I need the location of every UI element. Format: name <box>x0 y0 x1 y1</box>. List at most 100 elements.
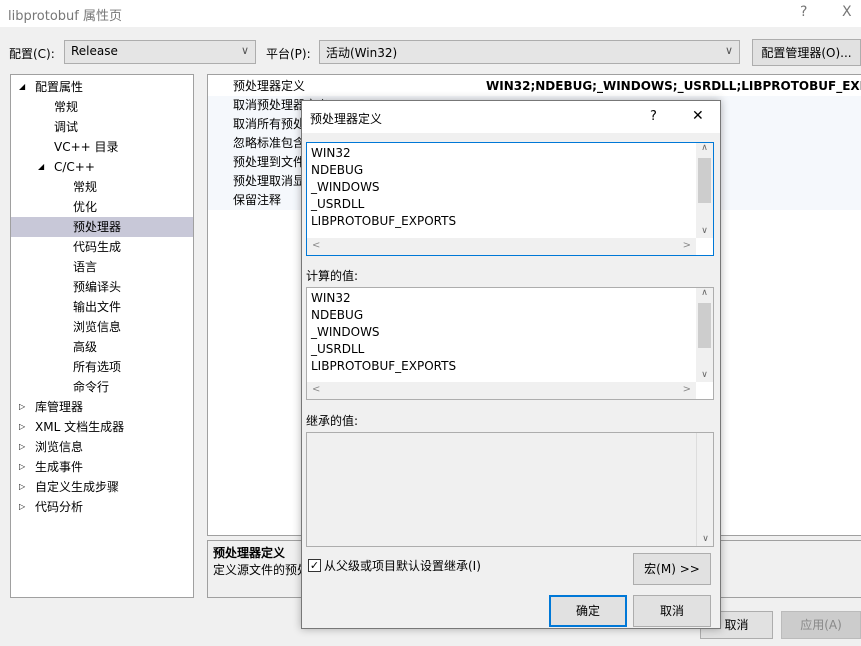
inherited-label: 继承的值: <box>306 414 359 428</box>
definitions-textarea[interactable]: WIN32 NDEBUG _WINDOWS _USRDLL LIBPROTOBUF_EX… <box>306 142 714 256</box>
tree-item-label: 配置属性 <box>35 80 84 94</box>
value-line: _WINDOWS <box>311 180 380 194</box>
expand-arrow-icon[interactable]: ▷ <box>19 477 25 497</box>
tree-item-label: 预编译头 <box>73 280 122 294</box>
tree-item[interactable]: 所有选项 <box>11 357 193 377</box>
horizontal-scrollbar[interactable]: < > <box>307 238 696 255</box>
expand-arrow-icon[interactable]: ▷ <box>19 417 25 437</box>
dialog-title-bar: 预处理器定义 ? ✕ <box>302 101 720 133</box>
property-name: 保留注释 <box>233 193 282 207</box>
tree-item[interactable]: 优化 <box>11 197 193 217</box>
vertical-scrollbar[interactable]: ∧ ∨ <box>696 288 713 382</box>
tree-item-label: 调试 <box>54 120 79 134</box>
tree-item-label: 预处理器 <box>73 220 122 234</box>
tree-item-label: 优化 <box>73 200 98 214</box>
expand-arrow-icon[interactable]: ▷ <box>19 497 25 517</box>
tree-item-label: 生成事件 <box>35 460 84 474</box>
inherit-checkbox[interactable]: ✓ <box>308 559 321 572</box>
tree-item[interactable]: 预处理器 <box>11 217 193 237</box>
help-button[interactable]: ? <box>800 4 807 20</box>
tree-item-label: 输出文件 <box>73 300 122 314</box>
value-line: LIBPROTOBUF_EXPORTS <box>311 214 457 228</box>
dialog-help-button[interactable]: ? <box>650 109 657 124</box>
ok-button[interactable]: 确定 <box>549 595 627 627</box>
value-line: NDEBUG <box>311 163 364 177</box>
config-label: 配置(C): <box>9 47 55 61</box>
value-line: NDEBUG <box>311 308 364 322</box>
config-select[interactable]: Release ∨ <box>64 40 256 64</box>
tree-item-label: 常规 <box>73 180 98 194</box>
tree-item[interactable]: 输出文件 <box>11 297 193 317</box>
dialog-close-button[interactable]: ✕ <box>692 108 704 124</box>
title-bar: libprotobuf 属性页 ? X <box>0 0 861 27</box>
tree-item[interactable]: ▷ 代码分析 <box>11 497 193 517</box>
tree-item[interactable]: 高级 <box>11 337 193 357</box>
computed-values: WIN32 NDEBUG _WINDOWS _USRDLL LIBPROTOBUF_EX… <box>306 287 714 400</box>
preprocessor-dialog: 预处理器定义 ? ✕ WIN32 NDEBUG _WINDOWS _USRDLL LIB… <box>301 100 721 629</box>
tree-item[interactable]: ▷ 自定义生成步骤 <box>11 477 193 497</box>
tree-item[interactable]: ▷ 生成事件 <box>11 457 193 477</box>
platform-value: 活动(Win32) <box>326 46 398 60</box>
tree-item[interactable]: 代码生成 <box>11 237 193 257</box>
property-row[interactable]: 预处理器定义 WIN32;NDEBUG;_WINDOWS;_USRDLL;LIBP… <box>208 77 861 96</box>
tree-item[interactable]: ◢ 配置属性 <box>11 77 193 97</box>
tree-item-label: 代码分析 <box>35 500 84 514</box>
expand-arrow-icon[interactable]: ▷ <box>19 397 25 417</box>
property-name: 预处理到文件 <box>233 155 306 169</box>
tree-item-label: 浏览信息 <box>35 440 84 454</box>
tree-item-label: 命令行 <box>73 380 110 394</box>
value-line: _USRDLL <box>311 342 365 356</box>
close-button[interactable]: X <box>842 4 852 20</box>
config-manager-button[interactable]: 配置管理器(O)... <box>752 39 861 66</box>
tree-item[interactable]: ▷ 浏览信息 <box>11 437 193 457</box>
expand-arrow-icon[interactable]: ▷ <box>19 457 25 477</box>
tree-item-label: 常规 <box>54 100 79 114</box>
tree-item[interactable]: 语言 <box>11 257 193 277</box>
dialog-cancel-button[interactable]: 取消 <box>633 595 711 627</box>
tree-item-label: 库管理器 <box>35 400 84 414</box>
description-title: 预处理器定义 <box>213 546 286 560</box>
config-value: Release <box>71 44 118 58</box>
tree-item[interactable]: ◢ C/C++ <box>11 157 193 177</box>
tree-item-label: 所有选项 <box>73 360 122 374</box>
platform-select[interactable]: 活动(Win32) ∨ <box>319 40 740 64</box>
tree-item[interactable]: ▷ XML 文档生成器 <box>11 417 193 437</box>
tree-item-label: 语言 <box>73 260 98 274</box>
tree-item-label: 高级 <box>73 340 98 354</box>
tree-item-label: 自定义生成步骤 <box>35 480 120 494</box>
expand-arrow-icon[interactable]: ▷ <box>19 437 25 457</box>
tree-item-label: VC++ 目录 <box>54 140 119 154</box>
chevron-down-icon: ∨ <box>240 44 249 57</box>
tree-item[interactable]: 常规 <box>11 177 193 197</box>
value-line: _WINDOWS <box>311 325 380 339</box>
platform-label: 平台(P): <box>266 47 311 61</box>
property-tree: ◢ 配置属性 常规 调试 VC++ 目录 ◢ C/C++ 常规 优化 预处理器 代码生成 语言 预编译头… <box>10 74 194 598</box>
tree-item-label: XML 文档生成器 <box>35 420 125 434</box>
collapse-arrow-icon[interactable]: ◢ <box>38 157 44 177</box>
chevron-down-icon: ∨ <box>724 44 733 57</box>
tree-item[interactable]: 常规 <box>11 97 193 117</box>
inherited-values: ∨ <box>306 432 714 547</box>
tree-item-label: 浏览信息 <box>73 320 122 334</box>
tree-item[interactable]: 调试 <box>11 117 193 137</box>
horizontal-scrollbar[interactable]: < > <box>307 382 696 399</box>
tree-item[interactable]: 浏览信息 <box>11 317 193 337</box>
tree-item[interactable]: ▷ 库管理器 <box>11 397 193 417</box>
scrollbar[interactable]: ∨ <box>696 433 713 546</box>
inherit-checkbox-row[interactable]: ✓ 从父级或项目默认设置继承(I) <box>308 557 481 574</box>
window-title: libprotobuf 属性页 <box>8 9 122 24</box>
tree-item[interactable]: VC++ 目录 <box>11 137 193 157</box>
apply-button[interactable]: 应用(A) <box>781 611 861 639</box>
tree-item-label: C/C++ <box>54 160 95 174</box>
property-value: WIN32;NDEBUG;_WINDOWS;_USRDLL;LIBPROTOBU… <box>486 79 861 93</box>
tree-item-label: 代码生成 <box>73 240 122 254</box>
dialog-title: 预处理器定义 <box>310 112 383 126</box>
value-line: LIBPROTOBUF_EXPORTS <box>311 359 457 373</box>
macros-button[interactable]: 宏(M) >> <box>633 553 711 585</box>
value-line: WIN32 <box>311 146 351 160</box>
collapse-arrow-icon[interactable]: ◢ <box>19 77 25 97</box>
vertical-scrollbar[interactable]: ∧ ∨ <box>696 143 713 238</box>
tree-item[interactable]: 预编译头 <box>11 277 193 297</box>
property-name: 预处理器定义 <box>233 79 306 93</box>
tree-item[interactable]: 命令行 <box>11 377 193 397</box>
